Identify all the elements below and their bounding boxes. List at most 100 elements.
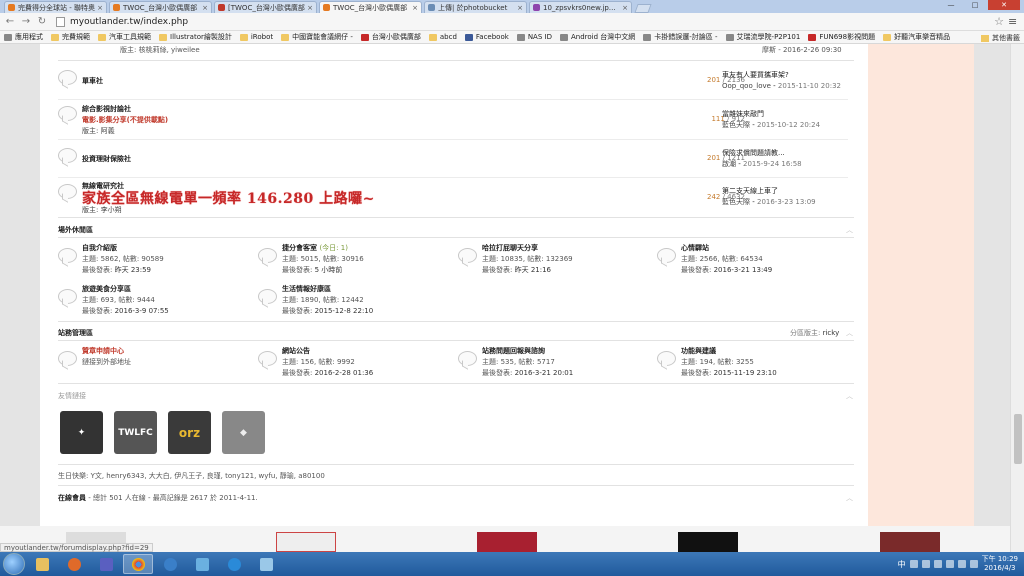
last-post-time[interactable]: 2016-3-21 20:01	[515, 369, 574, 377]
subforum-cell[interactable]: 功能與建議 主題: 194, 帖數: 3255 最後發表: 2015-11-19…	[657, 346, 847, 377]
forum-row[interactable]: 綜合影視討論社 電影.影集分享(不提供載點) 版主: 阿義 111 / 912 …	[58, 100, 848, 140]
bookmark-item[interactable]: Illustrator繪製設計	[159, 32, 232, 42]
bookmark-item[interactable]: abcd	[428, 33, 457, 41]
collapse-icon[interactable]: ︿	[846, 225, 853, 235]
last-post-time[interactable]: 2015-11-19 23:10	[714, 369, 777, 377]
close-tab-icon[interactable]: ×	[97, 4, 103, 12]
tray-icon[interactable]	[921, 560, 930, 568]
forum-name[interactable]: 單車社	[82, 76, 103, 86]
subforum-cell[interactable]: 站務問題回報與諮詢 主題: 535, 帖數: 5717 最後發表: 2016-3…	[458, 346, 648, 377]
collapse-icon[interactable]: ︿	[846, 328, 853, 338]
back-arrow-icon[interactable]: ←	[4, 16, 16, 28]
friend-logo-4[interactable]: ◆	[222, 411, 265, 454]
taskbar-app[interactable]	[59, 554, 89, 574]
subforum-cell[interactable]: 旅遊美食分享區 主題: 693, 帖數: 9444 最後發表: 2016-3-9…	[58, 284, 248, 315]
taskbar-ie[interactable]	[219, 554, 249, 574]
taskbar-app[interactable]	[155, 554, 185, 574]
friend-logo-twlfc[interactable]: TWLFC	[114, 411, 157, 454]
bookmark-item[interactable]: Facebook	[464, 33, 509, 41]
browser-tab-active[interactable]: TWOC_台灣小歐偶廣部 ×	[319, 1, 422, 13]
taskbar-chrome[interactable]	[123, 554, 153, 574]
forward-arrow-icon[interactable]: →	[20, 16, 32, 28]
close-tab-icon[interactable]: ×	[307, 4, 313, 12]
input-language[interactable]: 中	[898, 559, 906, 570]
tray-icon[interactable]	[909, 560, 918, 568]
last-post-time[interactable]: 昨天 23:59	[115, 266, 151, 274]
forum-row[interactable]: 無線電研究社 家族全區無線電單一頻率 146.280 上路囉~ 版主: 李小朔 …	[58, 178, 848, 216]
bookmark-item[interactable]: 艾瑞流學院-P2P101	[725, 32, 800, 42]
section-title[interactable]: 站務管理區	[58, 328, 93, 338]
subforum-name[interactable]: 哈拉打屁聊天分享	[482, 243, 538, 253]
clock[interactable]: 下午 10:29 2016/4/3	[982, 555, 1018, 573]
forum-row[interactable]: 投資理財保險社 201 / 1211 保險求償問題請教... 啟潮 - 2015-…	[58, 142, 848, 178]
other-bookmarks[interactable]: 其他書籤	[981, 33, 1020, 43]
last-post-title[interactable]: 第二支天線上車了	[722, 186, 816, 197]
bookmark-item[interactable]: NAS ID	[516, 33, 552, 41]
last-post-time[interactable]: 2016-3-9 07:55	[115, 307, 169, 315]
thumbnail-image[interactable]	[880, 532, 940, 552]
taskbar-app[interactable]	[251, 554, 281, 574]
subforum-cell[interactable]: 哈拉打屁聊天分享 主題: 10835, 帖數: 132369 最後發表: 昨天 …	[458, 243, 648, 274]
close-tab-icon[interactable]: ×	[517, 4, 523, 12]
close-tab-icon[interactable]: ×	[412, 4, 418, 12]
browser-tab[interactable]: [TWOC_台灣小歐偶廣部 ×	[214, 1, 317, 13]
reload-icon[interactable]: ↻	[36, 16, 48, 28]
bookmark-item[interactable]: 台灣小歐偶廣部	[360, 32, 421, 42]
collapse-icon[interactable]: ︿	[846, 391, 853, 401]
volume-icon[interactable]	[969, 560, 978, 568]
taskbar-explorer[interactable]	[27, 554, 57, 574]
subforum-name[interactable]: 站務問題回報與諮詢	[482, 346, 545, 356]
forum-name[interactable]: 綜合影視討論社	[82, 104, 131, 114]
minimize-icon[interactable]: —	[940, 0, 962, 10]
bookmark-item[interactable]: 完費規範	[51, 32, 90, 42]
browser-tab[interactable]: 10_zpsvkrs0new.jpg Pho ×	[529, 1, 632, 13]
subforum-name[interactable]: 旅遊美食分享區	[82, 284, 131, 294]
browser-tab[interactable]: TWOC_台灣小歐偶廣部 ×	[109, 1, 212, 13]
subforum-cell[interactable]: 贊章申請中心 鏈接到外部地址	[58, 346, 248, 376]
bookmark-item[interactable]: 中國寶能會議網仔 -	[281, 32, 353, 42]
subforum-name[interactable]: 自我介紹版	[82, 243, 117, 253]
section-title[interactable]: 場外休閒區	[58, 225, 93, 235]
subforum-cell[interactable]: 捷分會客室 (今日: 1) 主題: 5015, 帖數: 30916 最後發表: …	[258, 243, 448, 274]
subforum-name[interactable]: 捷分會客室 (今日: 1)	[282, 243, 348, 253]
bookmark-star-icon[interactable]: ☆	[994, 15, 1004, 28]
last-post-time[interactable]: 5 小時前	[315, 266, 343, 274]
last-post-author[interactable]: 啟潮	[722, 160, 736, 168]
bookmark-item[interactable]: iRobot	[239, 33, 273, 41]
menu-icon[interactable]: ≡	[1008, 15, 1020, 28]
bookmark-item[interactable]: Android 台灣中文網	[559, 32, 635, 42]
tray-icon[interactable]	[957, 560, 966, 568]
forum-row[interactable]: 單車社 201 / 2136 車友有人要買攜車架? Oop_qoo_love - …	[58, 64, 848, 100]
forum-name[interactable]: 投資理財保險社	[82, 154, 131, 164]
thumbnail-image[interactable]	[477, 532, 537, 552]
subforum-cell[interactable]: 生活情報好康區 主題: 1890, 帖數: 12442 最後發表: 2015-1…	[258, 284, 448, 315]
last-post-time[interactable]: 2016-2-28 01:36	[315, 369, 374, 377]
browser-tab[interactable]: 完費得分全球站 - 聯特奧 ×	[4, 1, 107, 13]
maximize-icon[interactable]: □	[964, 0, 986, 10]
tray-icon[interactable]	[945, 560, 954, 568]
subforum-cell[interactable]: 自我介紹版 主題: 5862, 帖數: 90589 最後發表: 昨天 23:59	[58, 243, 248, 274]
thumbnail-image[interactable]	[276, 532, 336, 552]
browser-tab[interactable]: 上傳| 於photobucket ×	[424, 1, 527, 13]
new-tab-button[interactable]	[634, 4, 652, 13]
bookmark-item[interactable]: 卡掛錯誤邏-討論區 -	[643, 32, 718, 42]
online-label[interactable]: 在線會員	[58, 494, 86, 502]
collapse-icon[interactable]: ︿	[846, 493, 853, 503]
subforum-name[interactable]: 贊章申請中心	[82, 346, 124, 356]
subforum-cell[interactable]: 網站公告 主題: 156, 帖數: 9992 最後發表: 2016-2-28 0…	[258, 346, 448, 377]
close-tab-icon[interactable]: ×	[622, 4, 628, 12]
taskbar-app[interactable]	[187, 554, 217, 574]
last-post-time[interactable]: 2015-12-8 22:10	[315, 307, 374, 315]
vertical-scrollbar[interactable]	[1010, 44, 1024, 552]
subforum-name[interactable]: 功能與建議	[681, 346, 716, 356]
last-post-time[interactable]: 昨天 21:16	[515, 266, 551, 274]
last-post-title[interactable]: 當雜妹來敲門	[722, 109, 820, 120]
bookmark-item[interactable]: FUN698影視問題	[808, 32, 875, 42]
last-post-author[interactable]: 藍色天際	[722, 121, 750, 129]
subforum-cell[interactable]: 心情驛站 主題: 2566, 帖數: 64534 最後發表: 2016-3-21…	[657, 243, 847, 274]
tray-icon[interactable]	[933, 560, 942, 568]
friend-logo-1[interactable]: ✦	[60, 411, 103, 454]
subforum-name[interactable]: 網站公告	[282, 346, 310, 356]
bookmark-item[interactable]: 好聽汽車樂音精品	[883, 32, 950, 42]
last-post-title[interactable]: 保險求償問題請教...	[722, 148, 802, 159]
